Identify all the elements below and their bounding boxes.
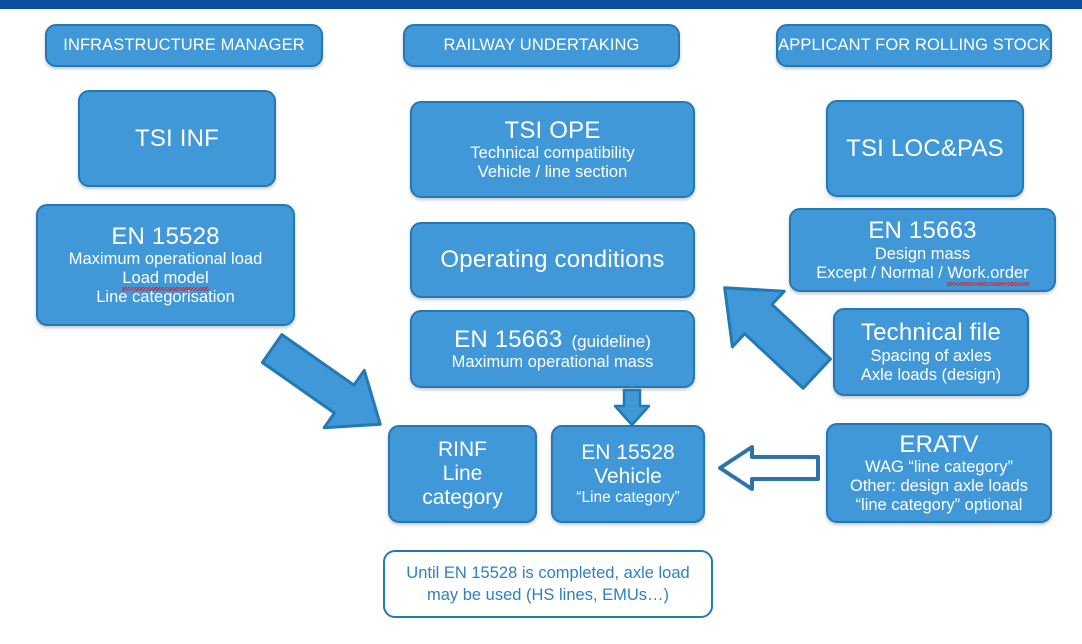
box-eratv-detail-3: “line category” optional bbox=[855, 496, 1023, 515]
box-en-15528-line-detail-2: Load model bbox=[122, 269, 209, 292]
box-en-15663-design-mass-detail-2: Except / Normal / Work.order bbox=[816, 263, 1030, 286]
note-en-15528-axle-load: Until EN 15528 is completed, axle load m… bbox=[383, 550, 713, 618]
column-header-label: INFRASTRUCTURE MANAGER bbox=[63, 36, 305, 55]
box-en-15663-guideline-note: (guideline) bbox=[571, 331, 651, 351]
box-tsi-loc-pas[interactable]: TSI LOC&PAS bbox=[826, 100, 1024, 197]
box-operating-conditions[interactable]: Operating conditions bbox=[410, 222, 695, 298]
box-operating-conditions-title: Operating conditions bbox=[440, 246, 665, 274]
box-en-15663-design-mass-detail-1: Design mass bbox=[874, 244, 971, 263]
box-technical-file[interactable]: Technical file Spacing of axles Axle loa… bbox=[833, 308, 1029, 396]
box-tsi-inf-title: TSI INF bbox=[134, 124, 220, 152]
box-en-15663-design-mass-detail-2b: Work.order bbox=[947, 263, 1030, 286]
note-line-2: may be used (HS lines, EMUs…) bbox=[426, 586, 670, 604]
box-eratv-detail-2: Other: design axle loads bbox=[850, 477, 1028, 496]
column-header-infrastructure-manager: INFRASTRUCTURE MANAGER bbox=[45, 24, 323, 67]
arrow-eratv-to-en-15528-vehicle bbox=[716, 444, 822, 492]
box-technical-file-detail-1: Spacing of axles bbox=[870, 346, 992, 365]
note-line-1: Until EN 15528 is completed, axle load bbox=[406, 563, 690, 582]
box-technical-file-detail-2: Axle loads (design) bbox=[860, 365, 1002, 384]
column-header-railway-undertaking: RAILWAY UNDERTAKING bbox=[403, 24, 680, 67]
column-header-label: RAILWAY UNDERTAKING bbox=[443, 36, 640, 55]
box-en-15663-guideline-title: EN 15663 bbox=[454, 325, 563, 353]
top-accent-bar bbox=[0, 0, 1082, 9]
box-tsi-loc-pas-title: TSI LOC&PAS bbox=[846, 134, 1004, 162]
box-en-15528-vehicle-line-2: Vehicle bbox=[594, 465, 662, 489]
box-tsi-ope[interactable]: TSI OPE Technical compatibility Vehicle … bbox=[410, 101, 695, 198]
box-en-15528-line[interactable]: EN 15528 Maximum operational load Load m… bbox=[36, 204, 295, 326]
arrow-applicant-to-railway-undertaking bbox=[700, 268, 840, 393]
arrow-en-15663-to-en-15528-vehicle bbox=[612, 388, 652, 428]
box-eratv[interactable]: ERATV WAG “line category” Other: design … bbox=[826, 423, 1052, 523]
box-en-15528-vehicle-line-1: EN 15528 bbox=[581, 440, 675, 464]
box-en-15663-guideline[interactable]: EN 15663 (guideline) Maximum operational… bbox=[410, 310, 695, 388]
box-en-15528-vehicle[interactable]: EN 15528 Vehicle “Line category” bbox=[551, 425, 705, 523]
diagram-canvas: INFRASTRUCTURE MANAGER RAILWAY UNDERTAKI… bbox=[0, 0, 1082, 644]
box-eratv-title: ERATV bbox=[899, 430, 979, 458]
box-en-15663-guideline-detail-1: Maximum operational mass bbox=[451, 353, 654, 372]
box-tsi-ope-detail-2: Vehicle / line section bbox=[477, 163, 628, 182]
box-tsi-ope-detail-1: Technical compatibility bbox=[470, 144, 635, 163]
box-en-15528-line-title: EN 15528 bbox=[111, 222, 220, 250]
box-tsi-inf[interactable]: TSI INF bbox=[78, 90, 276, 187]
arrow-im-to-rinf bbox=[252, 332, 402, 442]
column-header-applicant-for-rolling-stock: APPLICANT FOR ROLLING STOCK bbox=[776, 24, 1052, 67]
box-en-15663-design-mass-title: EN 15663 bbox=[868, 217, 977, 245]
box-rinf-line-1: RINF bbox=[438, 437, 487, 461]
column-header-label: APPLICANT FOR ROLLING STOCK bbox=[778, 36, 1050, 55]
box-tsi-ope-title: TSI OPE bbox=[504, 116, 601, 144]
box-en-15528-line-detail-1: Maximum operational load bbox=[68, 250, 263, 269]
box-en-15528-vehicle-line-3: “Line category” bbox=[576, 489, 680, 507]
box-rinf-line-3: category bbox=[422, 486, 503, 510]
box-rinf-line-category[interactable]: RINF Line category bbox=[388, 425, 537, 523]
box-technical-file-title: Technical file bbox=[860, 319, 1002, 347]
box-eratv-detail-1: WAG “line category” bbox=[865, 458, 1013, 477]
box-rinf-line-2: Line bbox=[442, 461, 483, 485]
